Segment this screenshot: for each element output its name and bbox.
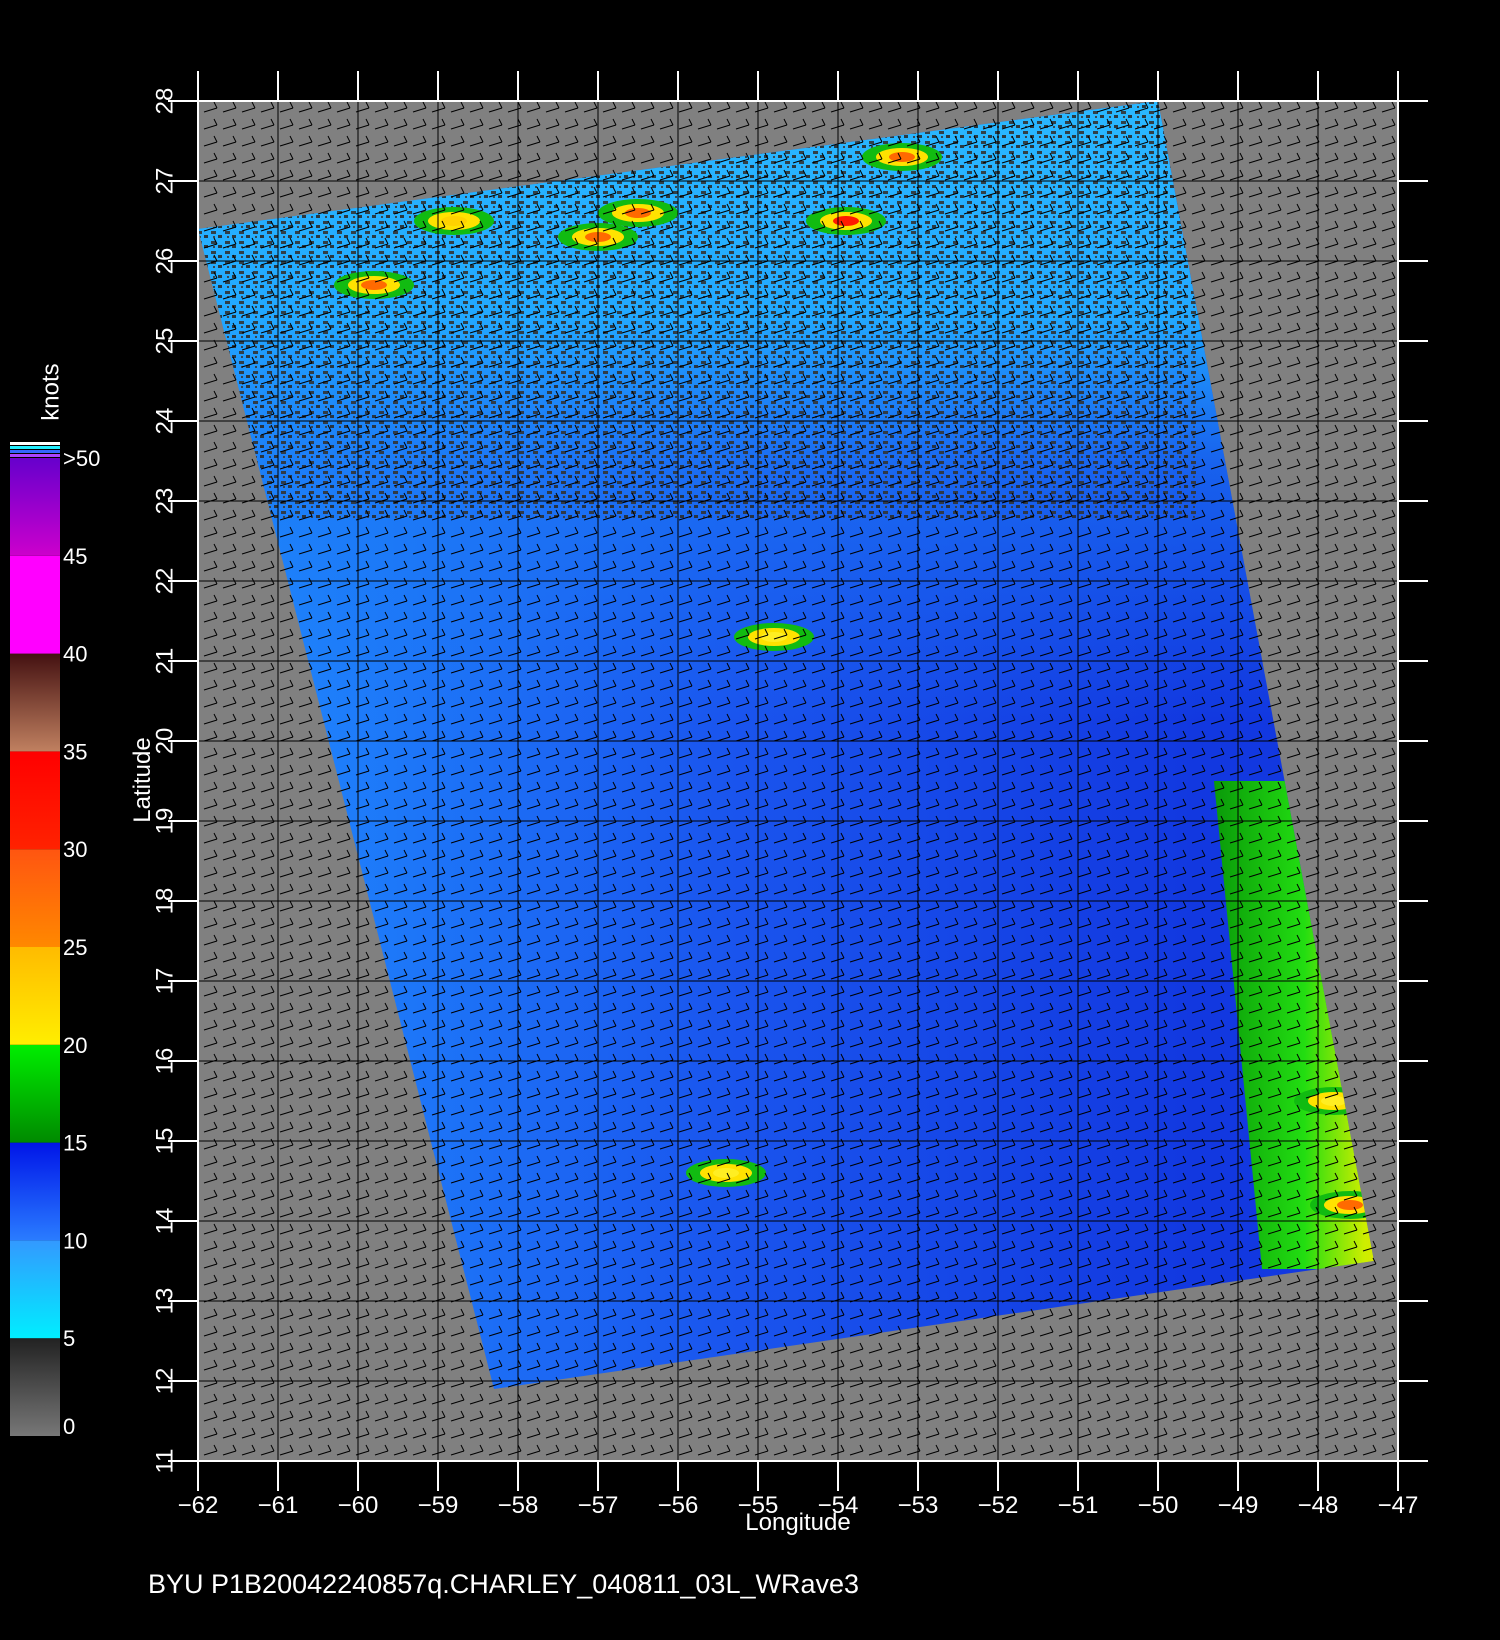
wind-map-figure: −62 −61 −60 −59 −58 −57 −56 −55 −54 −53 −52 −51 −50−… xyxy=(10,71,1428,1599)
high-wind-cell xyxy=(598,199,678,227)
high-wind-cell xyxy=(862,143,942,171)
high-wind-cell xyxy=(414,207,494,235)
high-wind-cell xyxy=(806,207,886,235)
high-wind-cell xyxy=(334,271,414,299)
